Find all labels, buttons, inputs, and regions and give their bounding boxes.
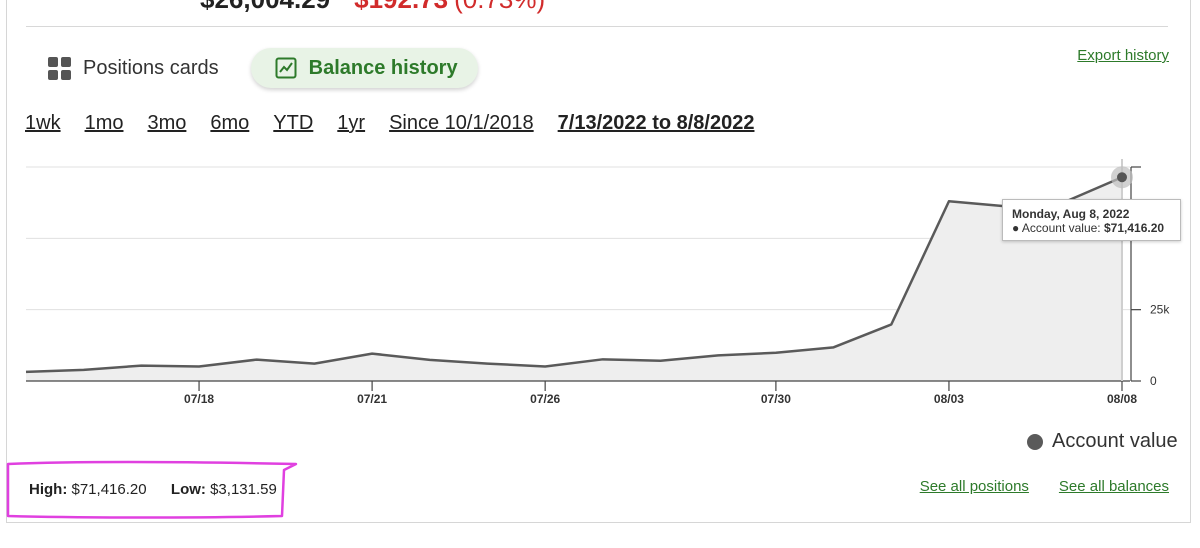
range-selector: 1wk 1mo 3mo 6mo YTD 1yr Since 10/1/2018 … bbox=[25, 112, 778, 135]
trend-chart-icon bbox=[275, 57, 297, 79]
see-all-positions-link[interactable]: See all positions bbox=[920, 478, 1029, 495]
x-tick-label: 07/18 bbox=[184, 392, 214, 406]
tab-positions-cards[interactable]: Positions cards bbox=[48, 56, 219, 80]
high-low-stats: High: $71,416.20 Low: $3,131.59 bbox=[29, 481, 277, 498]
grid-icon bbox=[48, 56, 71, 80]
low-value: $3,131.59 bbox=[210, 481, 277, 498]
change-percent: (0.73%) bbox=[454, 0, 545, 14]
balance-chart[interactable]: 0 25k 07/18 07/21 07/26 07/30 08/03 08/08 bbox=[0, 150, 1200, 420]
range-ytd[interactable]: YTD bbox=[273, 112, 313, 135]
hover-point bbox=[1117, 172, 1127, 183]
y-tick-label: 0 bbox=[1150, 374, 1157, 388]
chart-legend[interactable]: Account value bbox=[1027, 430, 1178, 453]
range-6mo[interactable]: 6mo bbox=[210, 112, 249, 135]
legend-dot-icon bbox=[1027, 433, 1043, 450]
bottom-links: See all positions See all balances bbox=[890, 478, 1169, 495]
tab-balance-label: Balance history bbox=[308, 56, 458, 79]
range-custom[interactable]: 7/13/2022 to 8/8/2022 bbox=[558, 112, 755, 135]
x-tick-label: 08/08 bbox=[1107, 392, 1137, 406]
x-tick-label: 08/03 bbox=[934, 392, 964, 406]
x-tick-label: 07/30 bbox=[761, 392, 791, 406]
tooltip-label: Account value: bbox=[1021, 221, 1101, 235]
legend-label: Account value bbox=[1052, 430, 1178, 452]
x-tick-label: 07/26 bbox=[530, 392, 560, 406]
range-since-2018[interactable]: Since 10/1/2018 bbox=[389, 112, 534, 135]
y-tick-label: 25k bbox=[1150, 303, 1170, 317]
tab-positions-label: Positions cards bbox=[83, 56, 219, 79]
divider bbox=[26, 26, 1168, 27]
low-label: Low: bbox=[170, 481, 206, 498]
range-1wk[interactable]: 1wk bbox=[25, 112, 61, 135]
tab-balance-history[interactable]: Balance history bbox=[250, 48, 478, 88]
balance-value: $26,004.29 bbox=[200, 0, 330, 14]
tooltip-row: ● Account value: $71,416.20 bbox=[1012, 221, 1165, 235]
change-value: $192.73 bbox=[354, 0, 448, 14]
high-label: High: bbox=[29, 481, 68, 498]
range-3mo[interactable]: 3mo bbox=[147, 112, 186, 135]
see-all-balances-link[interactable]: See all balances bbox=[1059, 478, 1169, 495]
series-area bbox=[26, 177, 1122, 381]
x-tick-label: 07/21 bbox=[357, 392, 387, 406]
tooltip-date: Monday, Aug 8, 2022 bbox=[1012, 207, 1130, 221]
high-value: $71,416.20 bbox=[71, 481, 147, 498]
balance-summary: $26,004.29 $192.73 (0.73%) bbox=[200, 0, 545, 15]
export-history-link[interactable]: Export history bbox=[1077, 47, 1169, 64]
chart-tooltip: Monday, Aug 8, 2022 ● Account value: $71… bbox=[1002, 199, 1181, 241]
tooltip-value: $71,416.20 bbox=[1103, 221, 1165, 235]
view-tabs: Positions cards Balance history bbox=[48, 46, 478, 90]
range-1mo[interactable]: 1mo bbox=[85, 112, 124, 135]
range-1yr[interactable]: 1yr bbox=[337, 112, 365, 135]
